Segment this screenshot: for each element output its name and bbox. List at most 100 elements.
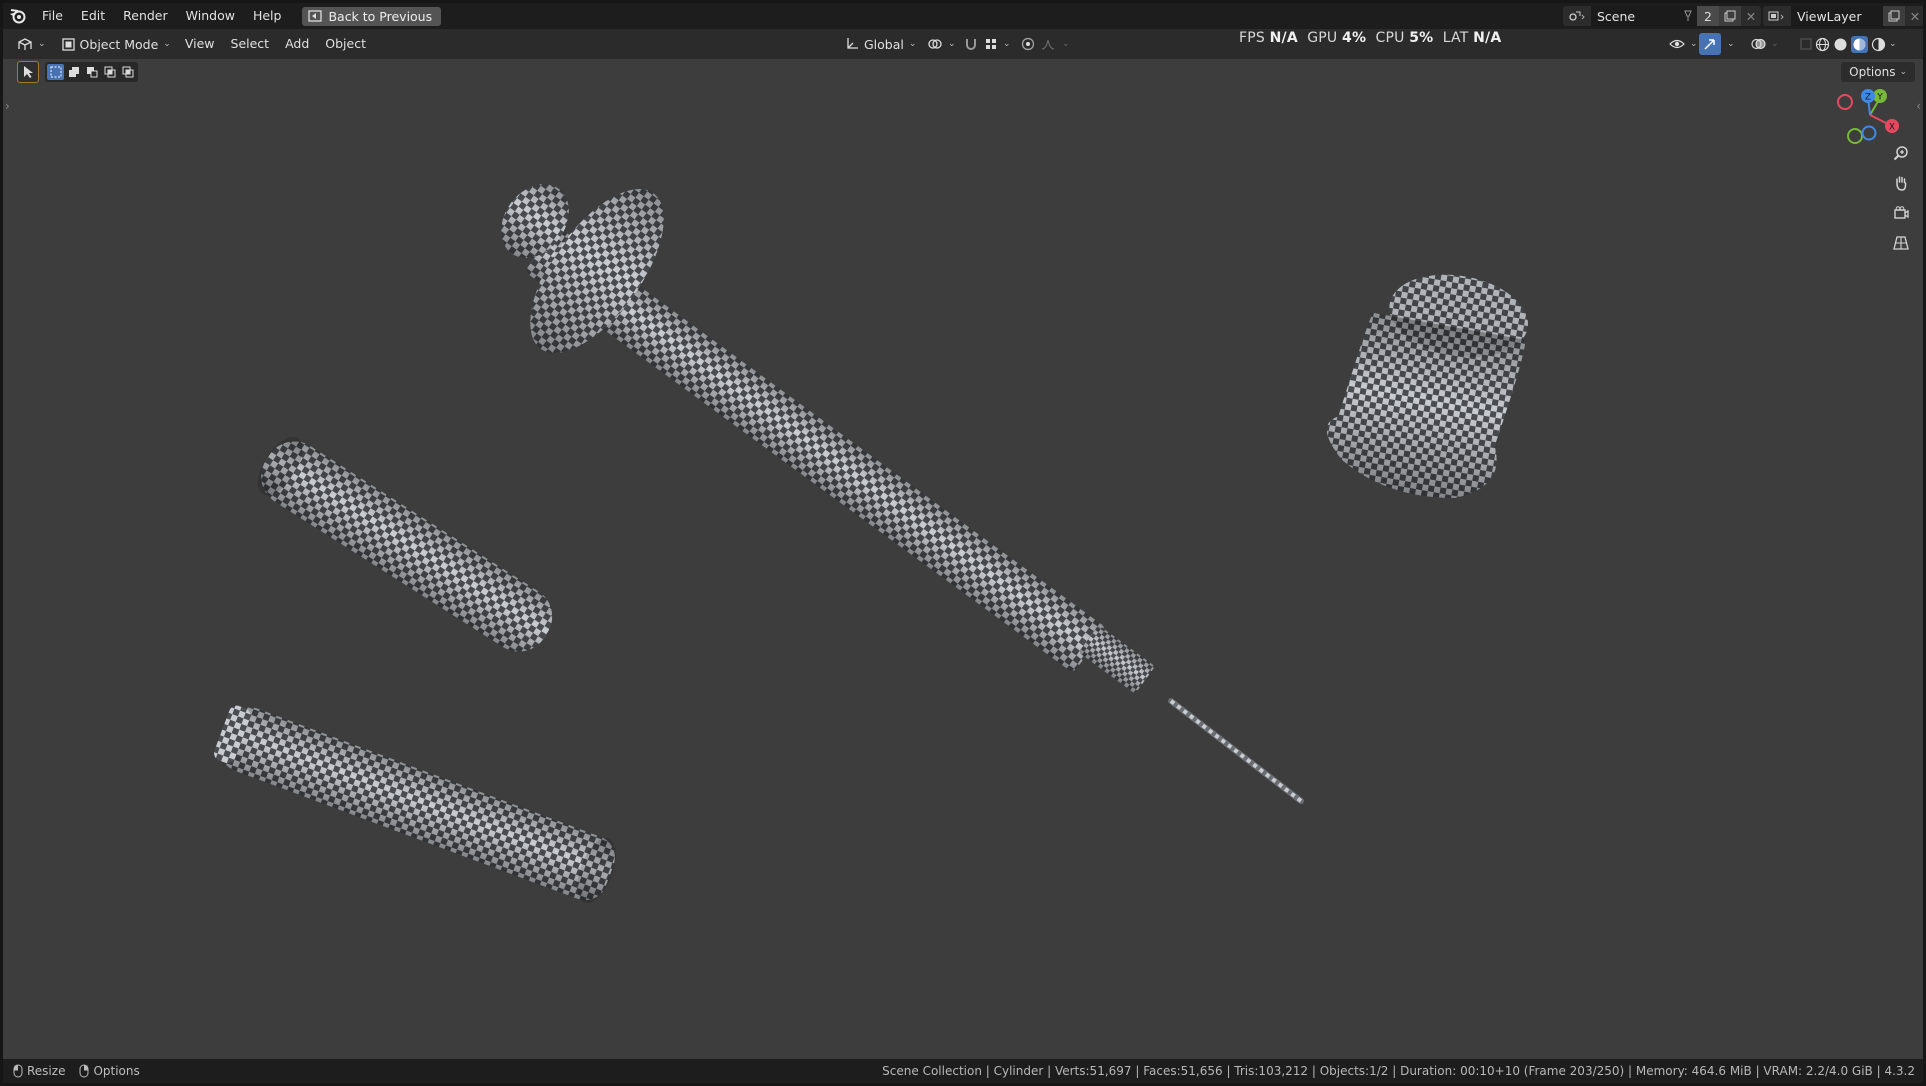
header-menu-object[interactable]: Object bbox=[317, 29, 374, 59]
view-layer-name-field[interactable]: ViewLayer bbox=[1791, 6, 1883, 26]
gizmo-neg-z bbox=[1861, 125, 1877, 141]
viewport-header: ⌄ Object Mode ⌄ View Select Add Object G… bbox=[3, 29, 1923, 59]
menu-render[interactable]: Render bbox=[114, 3, 177, 29]
scene-selector[interactable]: Scene 2 ✕ bbox=[1563, 6, 1761, 26]
3d-viewport[interactable]: › ‹ Y Z X bbox=[3, 59, 1923, 1059]
performance-stats-overlay: FPS N/A GPU 4% CPU 5% LAT N/A bbox=[1239, 30, 1501, 46]
transform-orientation-dropdown[interactable]: Global ⌄ bbox=[839, 33, 922, 55]
scene-name-field[interactable]: Scene bbox=[1591, 6, 1679, 26]
header-menu-add[interactable]: Add bbox=[277, 29, 317, 59]
fps-value: N/A bbox=[1269, 30, 1298, 46]
screen-back-icon bbox=[308, 10, 323, 22]
needle-cap bbox=[1326, 274, 1528, 498]
sidebar-expand-icon[interactable]: ‹ bbox=[1916, 99, 1921, 113]
orientation-label: Global bbox=[864, 36, 904, 52]
chevron-down-icon: ⌄ bbox=[1062, 39, 1070, 49]
object-visibility-dropdown[interactable]: ⌄ bbox=[1663, 33, 1704, 55]
material-preview-shading-icon[interactable] bbox=[1851, 35, 1868, 53]
blender-logo-icon[interactable] bbox=[3, 3, 33, 29]
selection-mode-group bbox=[45, 62, 138, 82]
menu-help[interactable]: Help bbox=[244, 3, 291, 29]
blender-window: File Edit Render Window Help Back to Pre… bbox=[3, 3, 1923, 1083]
navigation-gizmo[interactable]: Y Z X bbox=[1835, 83, 1905, 145]
scene-name: Scene bbox=[1597, 8, 1636, 24]
back-to-previous-button[interactable]: Back to Previous bbox=[302, 6, 442, 26]
scene-browse-icon[interactable] bbox=[1563, 6, 1591, 26]
chevron-down-icon: ⌄ bbox=[163, 39, 171, 49]
tube-upper bbox=[257, 436, 553, 652]
wireframe-shading-icon[interactable] bbox=[1815, 37, 1830, 52]
object-mode-label: Object Mode bbox=[79, 36, 159, 52]
scene-users-count[interactable]: 2 bbox=[1697, 6, 1719, 26]
orientation-axes-icon bbox=[845, 37, 859, 51]
rendered-shading-icon[interactable] bbox=[1871, 37, 1886, 52]
status-resize-hint: Resize bbox=[13, 1064, 65, 1078]
status-resize-label: Resize bbox=[27, 1064, 66, 1078]
new-scene-icon[interactable] bbox=[1719, 6, 1741, 26]
object-mode-dropdown[interactable]: Object Mode ⌄ bbox=[56, 33, 177, 55]
menu-window[interactable]: Window bbox=[177, 3, 244, 29]
magnet-icon bbox=[964, 37, 978, 51]
delete-scene-icon[interactable]: ✕ bbox=[1741, 6, 1761, 26]
select-tool-icon[interactable] bbox=[17, 61, 39, 83]
chevron-down-icon[interactable]: ⌄ bbox=[1889, 39, 1897, 49]
svg-text:X: X bbox=[1889, 123, 1895, 133]
pivot-point-dropdown[interactable]: ⌄ bbox=[921, 33, 962, 55]
select-new-icon[interactable] bbox=[47, 64, 64, 80]
chevron-down-icon: ⌄ bbox=[1899, 67, 1907, 77]
camera-view-icon[interactable] bbox=[1889, 201, 1913, 225]
back-to-previous-label: Back to Previous bbox=[328, 8, 433, 24]
solid-shading-icon[interactable] bbox=[1833, 37, 1848, 52]
pin-icon[interactable] bbox=[1679, 6, 1697, 26]
falloff-curve-icon bbox=[1041, 37, 1057, 51]
cpu-value: 5% bbox=[1409, 30, 1434, 46]
mouse-left-icon bbox=[13, 1064, 23, 1078]
gpu-label: GPU bbox=[1307, 30, 1338, 46]
show-overlays-toggle[interactable]: ⌄ bbox=[1745, 33, 1785, 55]
gizmo-neg-x bbox=[1837, 94, 1853, 110]
snap-target-dropdown[interactable]: ⌄ bbox=[978, 33, 1017, 55]
select-intersect-icon[interactable] bbox=[119, 64, 136, 80]
header-menu-select[interactable]: Select bbox=[223, 29, 278, 59]
xray-icon bbox=[1799, 37, 1813, 51]
chevron-down-icon: ⌄ bbox=[948, 39, 956, 49]
toolbar-expand-icon[interactable]: › bbox=[5, 99, 10, 113]
view-layer-browse-icon[interactable] bbox=[1763, 6, 1791, 26]
menu-file[interactable]: File bbox=[33, 3, 72, 29]
header-menu-view[interactable]: View bbox=[177, 29, 223, 59]
status-options-label: Options bbox=[93, 1064, 140, 1078]
gpu-value: 4% bbox=[1342, 30, 1367, 46]
view-layer-selector[interactable]: ViewLayer ✕ bbox=[1763, 6, 1923, 26]
object-mode-icon bbox=[61, 37, 75, 51]
options-label: Options bbox=[1849, 65, 1896, 79]
chevron-down-icon: ⌄ bbox=[1003, 39, 1011, 49]
gizmo-neg-y bbox=[1847, 128, 1863, 144]
delete-view-layer-icon[interactable]: ✕ bbox=[1905, 6, 1923, 26]
editor-type-button[interactable]: ⌄ bbox=[11, 33, 52, 55]
chevron-down-icon: ⌄ bbox=[908, 39, 917, 49]
zoom-icon[interactable] bbox=[1889, 141, 1913, 165]
status-options-hint: Options bbox=[79, 1064, 140, 1078]
viewport-options-button[interactable]: Options ⌄ bbox=[1841, 62, 1915, 82]
eye-icon bbox=[1669, 38, 1685, 50]
select-invert-icon[interactable] bbox=[101, 64, 118, 80]
pan-hand-icon[interactable] bbox=[1889, 171, 1913, 195]
chevron-down-icon: ⌄ bbox=[1727, 39, 1735, 49]
view-layer-name: ViewLayer bbox=[1797, 8, 1862, 24]
show-gizmo-toggle[interactable] bbox=[1699, 33, 1721, 55]
top-menubar: File Edit Render Window Help Back to Pre… bbox=[3, 3, 1923, 29]
proportional-icon bbox=[1021, 37, 1035, 51]
menu-edit[interactable]: Edit bbox=[72, 3, 114, 29]
perspective-grid-icon[interactable] bbox=[1889, 231, 1913, 255]
svg-text:Y: Y bbox=[1876, 93, 1883, 103]
3d-viewport-icon bbox=[17, 37, 33, 51]
select-extend-icon[interactable] bbox=[65, 64, 82, 80]
select-subtract-icon[interactable] bbox=[83, 64, 100, 80]
new-view-layer-icon[interactable] bbox=[1883, 6, 1905, 26]
chevron-down-icon: ⌄ bbox=[1771, 39, 1779, 49]
proportional-falloff-dropdown[interactable]: ⌄ bbox=[1035, 33, 1076, 55]
lat-label: LAT bbox=[1442, 30, 1469, 46]
gizmo-dropdown[interactable]: ⌄ bbox=[1721, 33, 1741, 55]
overlays-icon bbox=[1751, 37, 1766, 51]
chevron-down-icon: ⌄ bbox=[1690, 39, 1698, 49]
